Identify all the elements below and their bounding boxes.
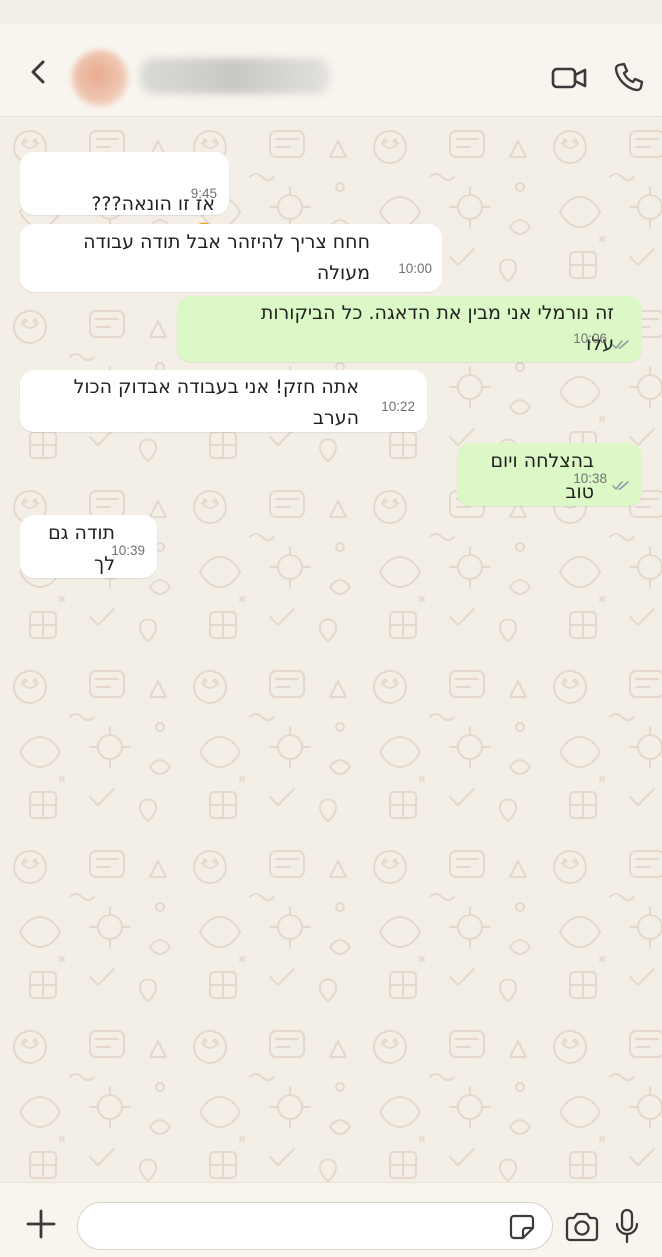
voice-message-button[interactable] [614,1207,640,1245]
chevron-left-icon [31,60,45,84]
message-time: 10:38 [573,471,607,486]
message-time: 10:06 [573,331,607,346]
message-bubble-outgoing[interactable]: בהצלחה ויום טוב 10:38 [457,443,642,506]
message-text: חחח צריך להיזהר אבל תודה עבודה מעולה [83,231,370,284]
camera-icon [565,1212,599,1242]
sticker-button[interactable] [508,1213,536,1241]
composer-bar [0,1182,662,1257]
phone-icon [614,62,644,92]
sticker-icon [509,1214,535,1240]
message-input[interactable] [77,1202,553,1250]
voice-call-button[interactable] [612,60,646,94]
message-bubble-incoming[interactable]: אז זו הונאה??? 9:45 [20,152,229,244]
chat-header: █████████ [0,24,662,117]
message-time: 10:00 [398,261,432,276]
message-time: 10:22 [381,399,415,414]
read-receipt-icon [612,340,629,349]
video-call-icon [551,67,587,89]
contact-avatar[interactable] [72,50,128,106]
video-call-button[interactable] [550,62,590,94]
message-bubble-incoming[interactable]: תודה גם לך 10:39 [20,515,157,578]
message-text: תודה גם לך [48,522,115,575]
message-text: אתה חזק! אני בעבודה אבדוק הכול הערב [73,376,359,429]
microphone-icon [615,1208,639,1244]
attach-button[interactable] [24,1207,58,1241]
read-receipt-icon [612,481,629,490]
message-text: זה נורמלי אני מבין את הדאגה. כל הביקורות… [260,302,614,355]
plus-icon [26,1209,56,1239]
chat-area[interactable]: אז זו הונאה??? 9:45 חחח צריך להיזהר אבל … [0,117,662,1182]
back-button[interactable] [22,56,54,88]
message-bubble-incoming[interactable]: חחח צריך להיזהר אבל תודה עבודה מעולה 10:… [20,224,442,292]
status-bar [0,0,662,24]
message-bubble-outgoing[interactable]: זה נורמלי אני מבין את הדאגה. כל הביקורות… [177,296,642,362]
message-time: 9:45 [190,186,217,201]
message-time: 10:39 [111,543,145,558]
contact-name[interactable]: █████████ [140,58,330,94]
camera-button[interactable] [564,1211,600,1243]
message-bubble-incoming[interactable]: אתה חזק! אני בעבודה אבדוק הכול הערב 10:2… [20,370,427,432]
